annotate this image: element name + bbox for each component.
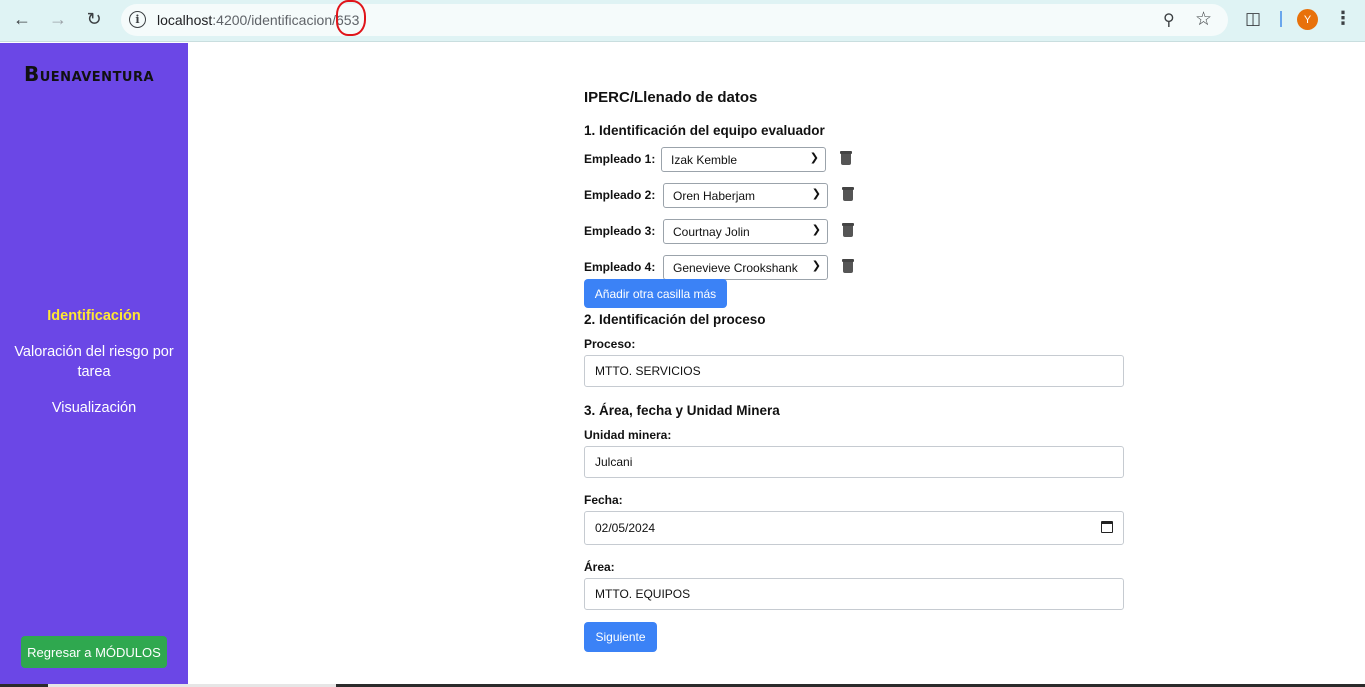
sidebar-item-identificacion[interactable]: Identificación	[0, 306, 188, 326]
star-icon[interactable]: ☆	[1195, 8, 1212, 31]
next-button[interactable]: Siguiente	[584, 622, 657, 652]
zoom-icon[interactable]: ⚲	[1163, 10, 1175, 30]
reload-icon[interactable]: ↻	[81, 8, 107, 30]
buenaventura-logo: BUENAVENTURA	[24, 62, 155, 86]
back-icon[interactable]: ←	[9, 8, 35, 30]
chevron-down-icon: ❯	[811, 260, 821, 272]
employee-row: Empleado 4: Genevieve Crookshank ❯	[584, 255, 884, 280]
sidebar-item-visualizacion[interactable]: Visualización	[0, 398, 188, 418]
trash-icon[interactable]	[840, 151, 852, 165]
employee-select[interactable]: Oren Haberjam ❯	[663, 183, 828, 208]
sidebar-item-valoracion[interactable]: Valoración del riesgo por tarea	[0, 342, 188, 382]
trash-icon[interactable]	[842, 223, 854, 237]
section-title-area: 3. Área, fecha y Unidad Minera	[584, 403, 780, 418]
toolbar-divider	[1280, 11, 1282, 27]
area-label: Área:	[584, 560, 615, 574]
sidebar: BUENAVENTURA Identificación Valoración d…	[0, 43, 188, 684]
proceso-label: Proceso:	[584, 337, 636, 351]
browser-toolbar: ← → ↻ i localhost:4200/identificacion/65…	[0, 0, 1365, 42]
employee-label: Empleado 4:	[584, 260, 656, 274]
fecha-input[interactable]: 02/05/2024	[584, 511, 1124, 545]
chevron-down-icon: ❯	[811, 224, 821, 236]
info-icon[interactable]: i	[129, 11, 146, 28]
employee-label: Empleado 2:	[584, 188, 656, 202]
fecha-label: Fecha:	[584, 493, 623, 507]
unidad-minera-input[interactable]: Julcani	[584, 446, 1124, 478]
employee-label: Empleado 3:	[584, 224, 656, 238]
page-title: IPERC/Llenado de datos	[584, 89, 758, 106]
profile-avatar[interactable]: Y	[1297, 9, 1318, 30]
section-title-process: 2. Identificación del proceso	[584, 312, 766, 327]
area-input[interactable]: MTTO. EQUIPOS	[584, 578, 1124, 610]
employee-row: Empleado 1: Izak Kemble ❯	[584, 147, 884, 172]
forward-icon[interactable]: →	[45, 8, 71, 30]
chevron-down-icon: ❯	[811, 188, 821, 200]
red-circle-annotation	[336, 0, 366, 36]
menu-icon[interactable]: ⋮	[1334, 8, 1352, 29]
url-text[interactable]: localhost:4200/identificacion/653	[157, 12, 359, 28]
add-employee-button[interactable]: Añadir otra casilla más	[584, 279, 727, 308]
employee-select[interactable]: Genevieve Crookshank ❯	[663, 255, 828, 280]
employee-row: Empleado 2: Oren Haberjam ❯	[584, 183, 884, 208]
employee-select[interactable]: Courtnay Jolin ❯	[663, 219, 828, 244]
address-bar[interactable]: i localhost:4200/identificacion/653 ⚲ ☆	[121, 0, 1228, 36]
unidad-minera-label: Unidad minera:	[584, 428, 672, 442]
trash-icon[interactable]	[842, 187, 854, 201]
employee-label: Empleado 1:	[584, 152, 656, 166]
calendar-icon[interactable]	[1101, 521, 1113, 533]
chevron-down-icon: ❯	[809, 152, 819, 164]
sidebar-nav: Identificación Valoración del riesgo por…	[0, 306, 188, 434]
section-title-team: 1. Identificación del equipo evaluador	[584, 123, 825, 138]
back-to-modules-button[interactable]: Regresar a MÓDULOS	[21, 636, 167, 668]
proceso-input[interactable]: MTTO. SERVICIOS	[584, 355, 1124, 387]
employee-row: Empleado 3: Courtnay Jolin ❯	[584, 219, 884, 244]
extensions-icon[interactable]: ◫	[1242, 8, 1264, 30]
employee-select[interactable]: Izak Kemble ❯	[661, 147, 826, 172]
trash-icon[interactable]	[842, 259, 854, 273]
